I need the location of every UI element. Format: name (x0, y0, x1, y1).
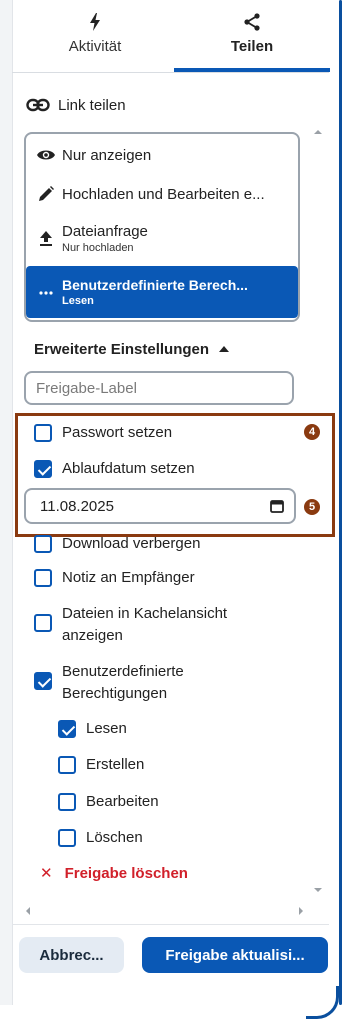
option-custom-permissions-text: Benutzerdefinierte Berech... Lesen (62, 277, 248, 307)
annotation-badge-4: 4 (304, 424, 320, 440)
option-view-only[interactable]: Nur anzeigen (26, 142, 298, 168)
option-custom-permissions-label: Benutzerdefinierte Berech... (62, 277, 248, 293)
expiry-checkbox[interactable] (34, 460, 52, 478)
hide-download-setting[interactable]: Download verbergen (34, 535, 200, 555)
annotation-badge-5: 5 (304, 499, 320, 515)
password-label: Passwort setzen (62, 424, 173, 441)
option-upload-edit-label: Hochladen und Bearbeiten e... (62, 185, 265, 203)
link-icon (26, 98, 50, 112)
password-setting[interactable]: Passwort setzen (34, 424, 172, 444)
read-label: Lesen (86, 720, 127, 737)
read-checkbox[interactable] (58, 720, 76, 738)
option-custom-permissions[interactable]: Benutzerdefinierte Berech... Lesen (26, 266, 298, 318)
lightning-icon (90, 13, 100, 31)
update-share-button[interactable]: Freigabe aktualisi... (142, 937, 328, 973)
left-panel-edge (0, 0, 13, 1005)
calendar-icon[interactable] (270, 499, 284, 513)
scroll-right-arrow-icon[interactable] (296, 905, 306, 917)
edit-label: Bearbeiten (86, 793, 159, 810)
close-icon: ✕ (40, 865, 53, 882)
tab-activity-label: Aktivität (68, 38, 122, 55)
scroll-up-arrow-icon[interactable] (312, 126, 324, 138)
option-file-request-label: Dateianfrage (62, 222, 148, 240)
hide-download-label: Download verbergen (62, 535, 201, 552)
create-checkbox[interactable] (58, 756, 76, 774)
delete-share-label: Freigabe löschen (64, 864, 188, 882)
panel-corner (306, 986, 339, 1019)
option-upload-edit[interactable]: Hochladen und Bearbeiten e... (26, 180, 298, 208)
delete-checkbox[interactable] (58, 829, 76, 847)
link-share-label: Link teilen (58, 96, 126, 114)
option-file-request-sublabel: Nur hochladen (62, 241, 134, 254)
note-checkbox[interactable] (34, 569, 52, 587)
option-file-request-text: Dateianfrage Nur hochladen (62, 223, 148, 254)
grid-view-setting[interactable]: Dateien in Kachelansicht anzeigen (34, 605, 272, 647)
edit-permission[interactable]: Bearbeiten (58, 793, 159, 813)
permission-listbox[interactable]: Nur anzeigen Hochladen und Bearbeiten e.… (24, 132, 300, 322)
expiry-date-value: 11.08.2025 (40, 497, 114, 515)
upload-icon (36, 228, 56, 248)
option-custom-permissions-sublabel: Lesen (62, 295, 94, 307)
hide-download-checkbox[interactable] (34, 535, 52, 553)
caret-up-icon (219, 346, 230, 352)
create-permission[interactable]: Erstellen (58, 756, 144, 776)
custom-permissions-checkbox[interactable] (34, 672, 52, 690)
edit-checkbox[interactable] (58, 793, 76, 811)
expiry-setting[interactable]: Ablaufdatum setzen (34, 460, 195, 480)
advanced-settings-toggle[interactable]: Erweiterte Einstellungen (34, 338, 230, 360)
option-view-only-label: Nur anzeigen (62, 146, 152, 164)
custom-permissions-label: Benutzerdefinierte Berechtigungen (62, 663, 184, 702)
pencil-icon (36, 184, 56, 204)
right-panel-edge (337, 0, 347, 1005)
create-label: Erstellen (86, 756, 145, 773)
scroll-left-arrow-icon[interactable] (23, 905, 33, 917)
share-label-input[interactable] (24, 371, 294, 405)
grid-view-checkbox[interactable] (34, 614, 52, 632)
delete-share-button[interactable]: ✕ Freigabe löschen (40, 864, 188, 883)
share-icon (244, 13, 260, 31)
delete-label: Löschen (86, 829, 143, 846)
scroll-down-arrow-icon[interactable] (312, 884, 324, 896)
read-permission[interactable]: Lesen (58, 720, 127, 740)
grid-view-label: Dateien in Kachelansicht anzeigen (62, 605, 228, 644)
custom-permissions-setting[interactable]: Benutzerdefinierte Berechtigungen (34, 663, 252, 705)
footer-divider (12, 924, 329, 925)
tab-share-label: Teilen (230, 38, 274, 55)
password-checkbox[interactable] (34, 424, 52, 442)
note-setting[interactable]: Notiz an Empfänger (34, 569, 195, 589)
advanced-settings-label: Erweiterte Einstellungen (34, 340, 210, 358)
note-label: Notiz an Empfänger (62, 569, 195, 586)
delete-permission[interactable]: Löschen (58, 829, 143, 849)
eye-icon (36, 145, 56, 165)
link-share-header: Link teilen (26, 94, 126, 116)
option-file-request[interactable]: Dateianfrage Nur hochladen (26, 218, 298, 258)
tab-activity[interactable]: Aktivität (40, 0, 150, 72)
expiry-date-input[interactable]: 11.08.2025 (24, 488, 296, 524)
more-icon (36, 282, 56, 302)
tabs-divider (12, 72, 329, 73)
expiry-label: Ablaufdatum setzen (62, 460, 195, 477)
cancel-button[interactable]: Abbrec... (19, 937, 124, 973)
tab-share[interactable]: Teilen (174, 0, 330, 72)
